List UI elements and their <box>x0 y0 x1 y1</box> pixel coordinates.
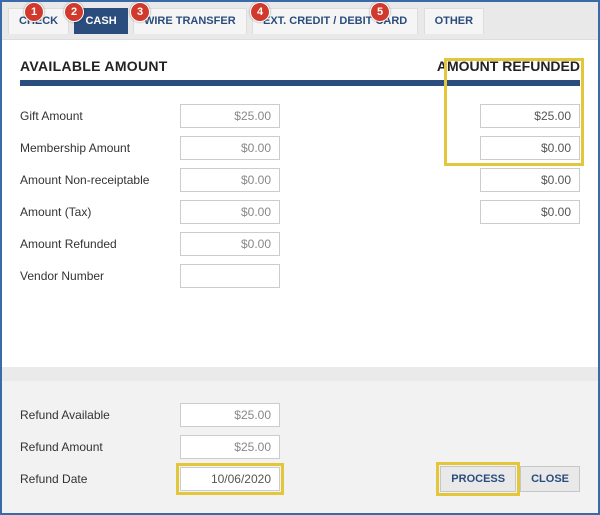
non-receiptable-label: Amount Non-receiptable <box>20 173 180 187</box>
row-amount-tax: Amount (Tax) <box>20 196 580 228</box>
tab-ext-credit-debit[interactable]: EXT. CREDIT / DEBIT CARD <box>252 8 418 34</box>
refund-date-input[interactable] <box>180 467 280 491</box>
amount-tax-available-input[interactable] <box>180 200 280 224</box>
amount-tax-label: Amount (Tax) <box>20 205 180 219</box>
tab-wire-transfer[interactable]: WIRE TRANSFER <box>133 8 247 34</box>
close-button[interactable]: CLOSE <box>520 466 580 492</box>
gift-amount-refunded-input[interactable] <box>480 104 580 128</box>
process-button[interactable]: PROCESS <box>440 466 516 492</box>
non-receiptable-available-input[interactable] <box>180 168 280 192</box>
row-vendor-number: Vendor Number <box>20 260 580 292</box>
row-amount-refunded: Amount Refunded <box>20 228 580 260</box>
annotation-badge-2: 2 <box>64 2 84 22</box>
row-gift-amount: Gift Amount <box>20 100 580 132</box>
vendor-number-label: Vendor Number <box>20 269 180 283</box>
row-refund-amount: Refund Amount <box>20 431 580 463</box>
row-membership-amount: Membership Amount <box>20 132 580 164</box>
amount-refunded-available-input[interactable] <box>180 232 280 256</box>
refund-date-label: Refund Date <box>20 472 180 486</box>
tab-other[interactable]: OTHER <box>424 8 485 34</box>
vendor-number-input[interactable] <box>180 264 280 288</box>
payment-method-tabs: CHECK CASH WIRE TRANSFER EXT. CREDIT / D… <box>2 2 598 40</box>
gift-amount-label: Gift Amount <box>20 109 180 123</box>
refund-amount-input[interactable] <box>180 435 280 459</box>
row-refund-available: Refund Available <box>20 399 580 431</box>
lower-panel: Refund Available Refund Amount Refund Da… <box>2 367 598 513</box>
section-divider <box>20 80 580 86</box>
amount-refunded-header: AMOUNT REFUNDED <box>437 58 580 74</box>
refund-available-label: Refund Available <box>20 408 180 422</box>
refund-dialog: 1 2 3 4 5 CHECK CASH WIRE TRANSFER EXT. … <box>0 0 600 515</box>
upper-panel: AVAILABLE AMOUNT AMOUNT REFUNDED Gift Am… <box>2 40 598 292</box>
row-refund-date: Refund Date PROCESS CLOSE <box>20 463 580 495</box>
membership-amount-label: Membership Amount <box>20 141 180 155</box>
non-receiptable-refunded-input[interactable] <box>480 168 580 192</box>
membership-amount-refunded-input[interactable] <box>480 136 580 160</box>
refund-available-input[interactable] <box>180 403 280 427</box>
annotation-badge-5: 5 <box>370 2 390 22</box>
membership-amount-available-input[interactable] <box>180 136 280 160</box>
row-non-receiptable: Amount Non-receiptable <box>20 164 580 196</box>
available-amount-header: AVAILABLE AMOUNT <box>20 58 168 74</box>
refund-amount-label: Refund Amount <box>20 440 180 454</box>
annotation-badge-4: 4 <box>250 2 270 22</box>
annotation-badge-1: 1 <box>24 2 44 22</box>
amount-tax-refunded-input[interactable] <box>480 200 580 224</box>
amount-refunded-label: Amount Refunded <box>20 237 180 251</box>
gift-amount-available-input[interactable] <box>180 104 280 128</box>
annotation-badge-3: 3 <box>130 2 150 22</box>
